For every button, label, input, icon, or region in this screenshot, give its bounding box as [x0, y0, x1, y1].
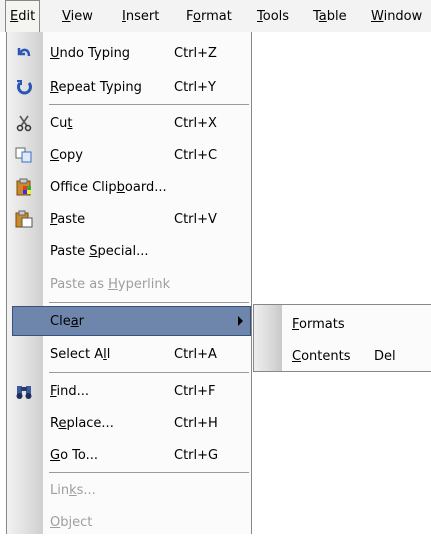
menu-view-label: iew	[70, 9, 93, 24]
paste-icon	[15, 210, 33, 228]
menu-item-label: Undo Typing	[50, 46, 131, 61]
menu-item-label: Select All	[50, 347, 111, 362]
menu-tools[interactable]: Tools	[257, 9, 289, 24]
menu-item-label: Clear	[50, 314, 85, 329]
submenu-item-formats[interactable]: Formats	[254, 309, 430, 339]
menu-item-undo-typing[interactable]: Undo Typing Ctrl+Z	[7, 38, 251, 68]
undo-icon	[15, 44, 33, 62]
menu-insert-label: nsert	[125, 9, 160, 24]
repeat-icon	[15, 78, 33, 96]
menu-item-label: Repeat Typing	[50, 80, 142, 95]
menu-item-label: Replace...	[50, 416, 114, 431]
menu-separator	[49, 302, 249, 303]
menu-tools-label: ools	[262, 9, 290, 24]
menu-item-label: Object	[50, 515, 93, 530]
menu-separator	[49, 372, 249, 373]
menu-item-label: Cut	[50, 116, 73, 131]
menu-item-repeat-typing[interactable]: Repeat Typing Ctrl+Y	[7, 72, 251, 102]
menu-item-shortcut: Ctrl+Y	[174, 80, 216, 95]
menu-item-object: Object	[7, 507, 251, 537]
menu-item-paste[interactable]: Paste Ctrl+V	[7, 204, 251, 234]
menu-item-shortcut: Ctrl+A	[174, 347, 217, 362]
menu-item-label: Go To...	[50, 448, 99, 463]
menu-item-shortcut: Ctrl+X	[174, 116, 217, 131]
menu-table[interactable]: Table	[313, 9, 347, 24]
menu-item-label: Office Clipboard...	[50, 180, 167, 195]
menu-item-links: Links...	[7, 475, 251, 505]
edit-menu-dropdown: Undo Typing Ctrl+Z Repeat Typing Ctrl+Y …	[6, 32, 252, 534]
menu-item-office-clipboard[interactable]: Office Clipboard...	[7, 172, 251, 202]
menu-window-mnemonic: W	[371, 9, 384, 24]
menu-item-label: Paste	[50, 212, 86, 227]
menu-insert[interactable]: Insert	[122, 9, 159, 24]
menu-item-shortcut: Ctrl+G	[174, 448, 219, 463]
menu-separator	[49, 472, 249, 473]
menu-item-label: Links...	[50, 483, 96, 498]
binoculars-icon	[15, 382, 33, 400]
menu-item-select-all[interactable]: Select All Ctrl+A	[7, 339, 251, 369]
scissors-icon	[15, 114, 33, 132]
menu-item-shortcut: Ctrl+F	[174, 384, 216, 399]
menu-format-mnemonic: o	[193, 9, 201, 24]
menu-edit-mnemonic: E	[10, 9, 19, 24]
menu-item-clear[interactable]: Clear	[12, 306, 251, 336]
menu-format-pre: F	[186, 9, 194, 24]
submenu-item-contents[interactable]: Contents Del	[254, 341, 430, 371]
menu-table-label: ble	[326, 9, 347, 24]
submenu-arrow-icon	[238, 316, 243, 326]
copy-icon	[15, 146, 33, 164]
menu-format[interactable]: Format	[186, 9, 232, 24]
menu-item-find[interactable]: Find... Ctrl+F	[7, 376, 251, 406]
menu-item-cut[interactable]: Cut Ctrl+X	[7, 108, 251, 138]
menu-item-label: Paste as Hyperlink	[50, 277, 171, 292]
menu-edit[interactable]: Edit	[5, 0, 41, 32]
menu-item-copy[interactable]: Copy Ctrl+C	[7, 140, 251, 170]
clear-submenu: Formats Contents Del	[253, 304, 431, 372]
menu-item-paste-as-hyperlink: Paste as Hyperlink	[7, 269, 251, 299]
menu-item-label: Find...	[50, 384, 90, 399]
menu-window-label: indow	[383, 9, 423, 24]
menu-item-label: Copy	[50, 148, 83, 163]
menu-item-shortcut: Ctrl+H	[174, 416, 218, 431]
menu-item-paste-special[interactable]: Paste Special...	[7, 236, 251, 266]
menu-separator	[49, 104, 249, 105]
menu-item-go-to[interactable]: Go To... Ctrl+G	[7, 440, 251, 470]
submenu-item-label: Formats	[292, 317, 345, 332]
menu-view-mnemonic: V	[62, 9, 71, 24]
menu-bar: Edit View Insert Format Tools Table Wind…	[0, 0, 431, 32]
submenu-item-label: Contents	[292, 349, 351, 364]
menu-item-shortcut: Ctrl+V	[174, 212, 217, 227]
menu-table-mnemonic: a	[318, 9, 327, 24]
menu-format-label: rmat	[200, 9, 232, 24]
menu-item-shortcut: Ctrl+C	[174, 148, 218, 163]
menu-item-label: Paste Special...	[50, 244, 149, 259]
menu-view[interactable]: View	[62, 9, 93, 24]
menu-item-shortcut: Ctrl+Z	[174, 46, 217, 61]
menu-edit-label: dit	[18, 9, 36, 24]
office-clipboard-icon	[15, 178, 33, 196]
menu-item-replace[interactable]: Replace... Ctrl+H	[7, 408, 251, 438]
submenu-item-shortcut: Del	[374, 349, 396, 364]
menu-window[interactable]: Window	[371, 9, 422, 24]
